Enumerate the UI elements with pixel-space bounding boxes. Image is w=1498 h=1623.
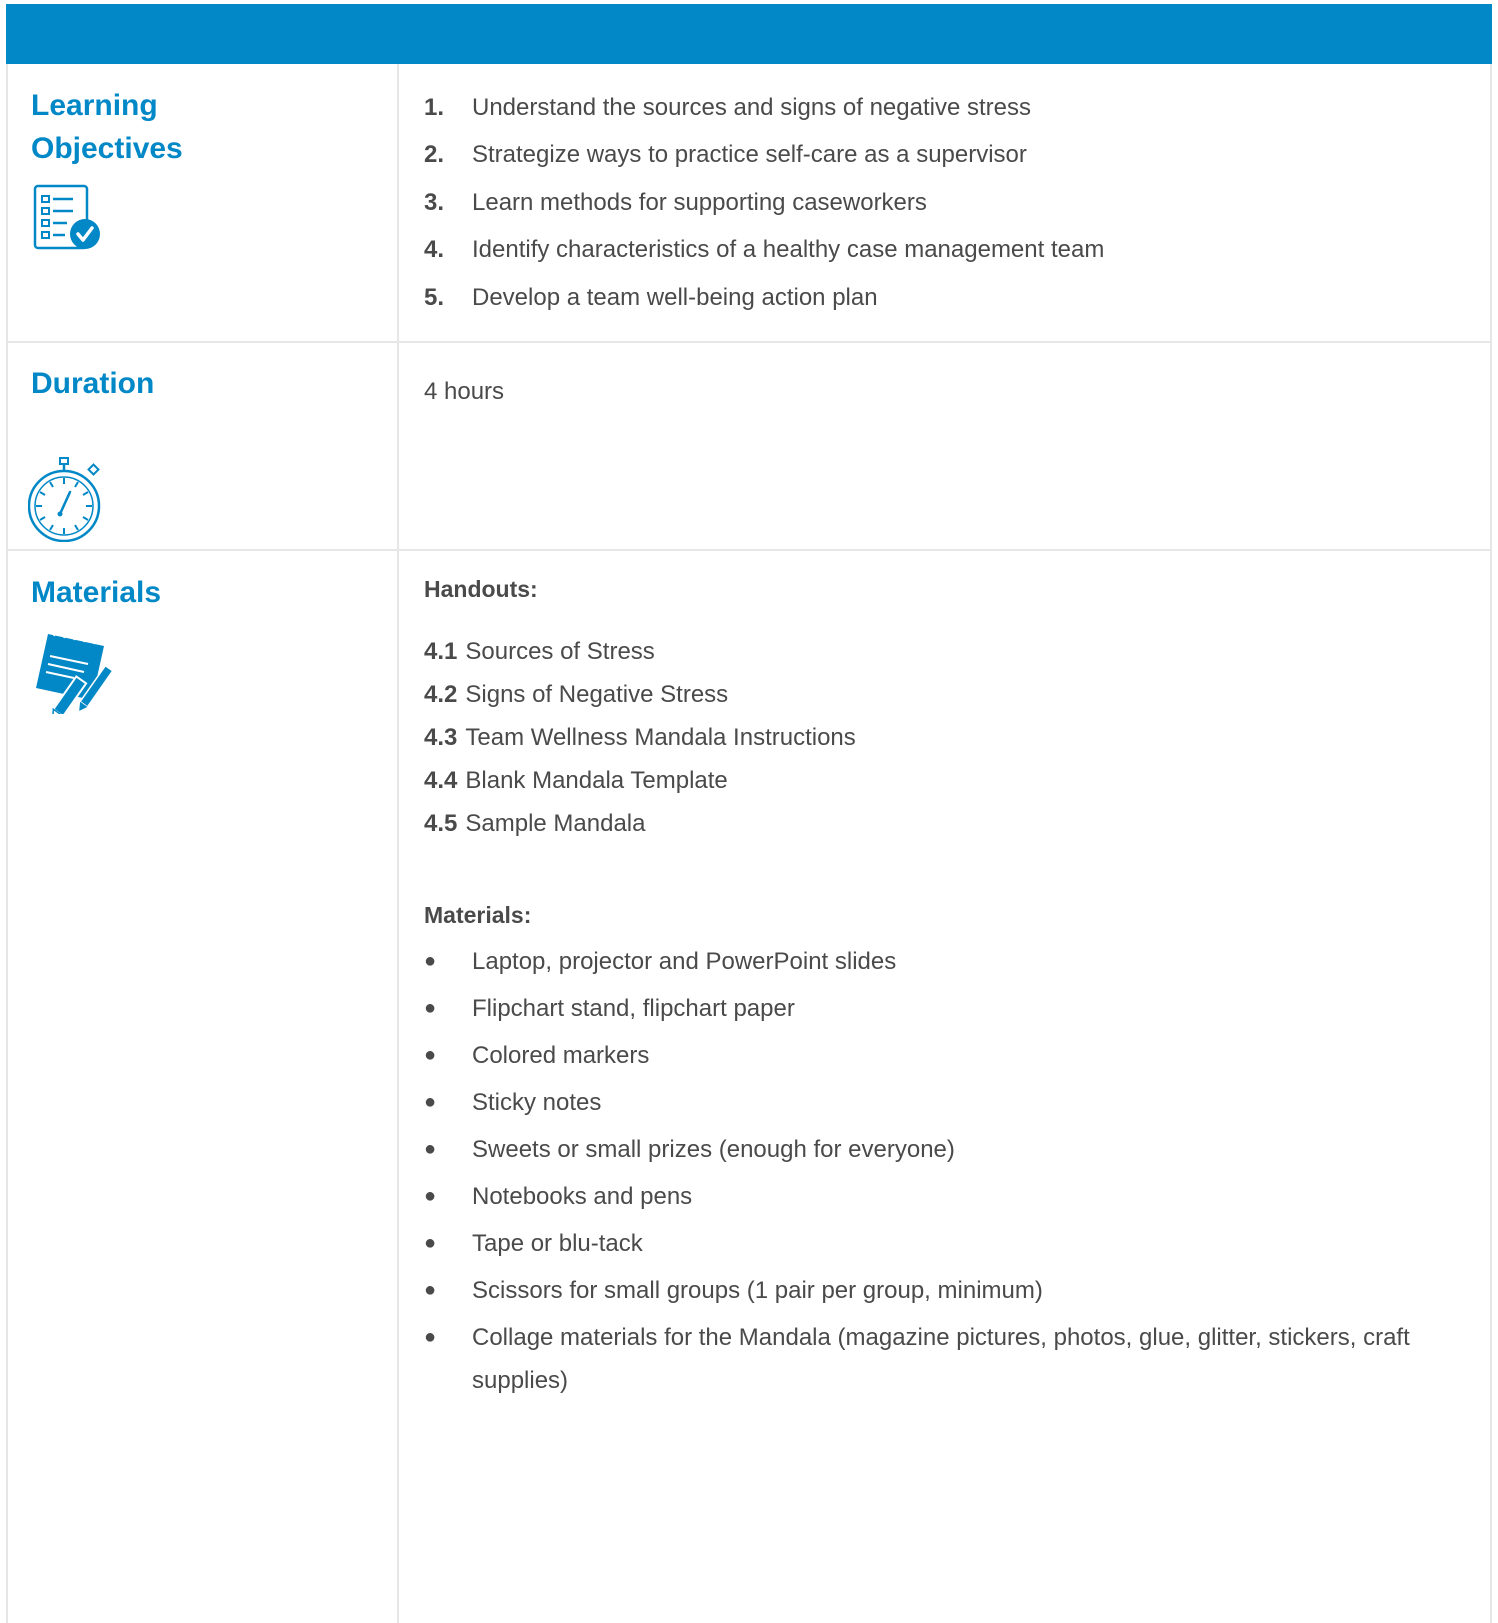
row-divider xyxy=(6,341,1492,343)
handout-text: Sources of Stress xyxy=(465,637,655,665)
item-number: 1. xyxy=(424,93,445,121)
list-item: ● Colored markers xyxy=(424,1034,1474,1081)
item-text: Sweets or small prizes (enough for every… xyxy=(472,1136,955,1163)
list-item: ● Notebooks and pens xyxy=(424,1175,1474,1222)
column-divider xyxy=(397,64,399,1623)
duration-value: 4 hours xyxy=(424,378,505,405)
handout-code: 4.5 xyxy=(424,809,458,837)
duration-title: Duration xyxy=(31,367,155,400)
bullet-icon: ● xyxy=(424,1326,437,1348)
objectives-title-line1: Learning xyxy=(31,89,158,122)
handout-code: 4.1 xyxy=(424,637,458,665)
item-text: Understand the sources and signs of nega… xyxy=(472,93,1031,121)
materials-list: ● Laptop, projector and PowerPoint slides… xyxy=(424,940,1474,1402)
header-bar xyxy=(6,4,1492,64)
handouts-list: 4.1 Sources of Stress 4.2 Signs of Negativ… xyxy=(424,630,856,845)
checklist-icon xyxy=(33,184,103,257)
objectives-title: Learning Objectives xyxy=(31,84,183,170)
handouts-heading: Handouts: xyxy=(424,576,538,602)
list-item: ● Tape or blu-tack xyxy=(424,1222,1474,1269)
handout-text: Blank Mandala Template xyxy=(465,766,728,794)
handout-text: Sample Mandala xyxy=(465,809,646,837)
list-item: ● Sweets or small prizes (enough for ever… xyxy=(424,1128,1474,1175)
item-text: Notebooks and pens xyxy=(472,1183,693,1210)
list-item: 3. Learn methods for supporting caseworke… xyxy=(424,179,1104,227)
list-item: 4.2 Signs of Negative Stress xyxy=(424,673,856,716)
bullet-icon: ● xyxy=(424,1279,437,1301)
bullet-icon: ● xyxy=(424,1044,437,1066)
list-item: ● Laptop, projector and PowerPoint slides xyxy=(424,940,1474,987)
row-divider xyxy=(6,549,1492,551)
bullet-icon: ● xyxy=(424,1185,437,1207)
item-number: 2. xyxy=(424,141,445,169)
list-item: ● Scissors for small groups (1 pair per g… xyxy=(424,1269,1474,1316)
item-number: 4. xyxy=(424,236,445,264)
list-item: 4.3 Team Wellness Mandala Instructions xyxy=(424,716,856,759)
objectives-title-line2: Objectives xyxy=(31,132,183,165)
handout-code: 4.2 xyxy=(424,680,458,708)
list-item: 4.4 Blank Mandala Template xyxy=(424,759,856,802)
bullet-icon: ● xyxy=(424,950,437,972)
handout-text: Signs of Negative Stress xyxy=(465,680,729,708)
list-item: 4.1 Sources of Stress xyxy=(424,630,856,673)
bullet-icon: ● xyxy=(424,1138,437,1160)
bullet-icon: ● xyxy=(424,1091,437,1113)
list-item: 4. Identify characteristics of a healthy … xyxy=(424,227,1104,275)
item-text: Colored markers xyxy=(472,1042,650,1069)
list-item: 4.5 Sample Mandala xyxy=(424,802,856,845)
item-text: Laptop, projector and PowerPoint slides xyxy=(472,948,897,975)
item-number: 5. xyxy=(424,283,445,311)
list-item: 5. Develop a team well-being action plan xyxy=(424,274,1104,322)
handout-text: Team Wellness Mandala Instructions xyxy=(465,723,856,751)
list-item: 1. Understand the sources and signs of ne… xyxy=(424,84,1104,132)
item-text: Strategize ways to practice self-care as… xyxy=(472,141,1027,169)
item-number: 3. xyxy=(424,188,445,216)
item-text: Collage materials for the Mandala (magaz… xyxy=(472,1324,1410,1394)
notepad-pen-icon xyxy=(34,629,118,723)
list-item: 2. Strategize ways to practice self-care … xyxy=(424,132,1104,180)
objectives-list: 1. Understand the sources and signs of ne… xyxy=(424,84,1104,322)
materials-title: Materials xyxy=(31,576,162,609)
list-item: ● Sticky notes xyxy=(424,1081,1474,1128)
bullet-icon: ● xyxy=(424,1232,437,1254)
item-text: Sticky notes xyxy=(472,1089,602,1116)
stopwatch-icon xyxy=(27,456,108,547)
item-text: Learn methods for supporting caseworkers xyxy=(472,188,927,216)
bullet-icon: ● xyxy=(424,997,437,1019)
item-text: Flipchart stand, flipchart paper xyxy=(472,995,795,1022)
handout-code: 4.3 xyxy=(424,723,458,751)
materials-heading: Materials: xyxy=(424,902,532,928)
item-text: Develop a team well-being action plan xyxy=(472,283,878,311)
handout-code: 4.4 xyxy=(424,766,458,794)
item-text: Scissors for small groups (1 pair per gr… xyxy=(472,1277,1043,1304)
item-text: Identify characteristics of a healthy ca… xyxy=(472,236,1105,264)
list-item: ● Flipchart stand, flipchart paper xyxy=(424,987,1474,1034)
list-item: ● Collage materials for the Mandala (maga… xyxy=(424,1316,1474,1402)
item-text: Tape or blu-tack xyxy=(472,1230,643,1257)
